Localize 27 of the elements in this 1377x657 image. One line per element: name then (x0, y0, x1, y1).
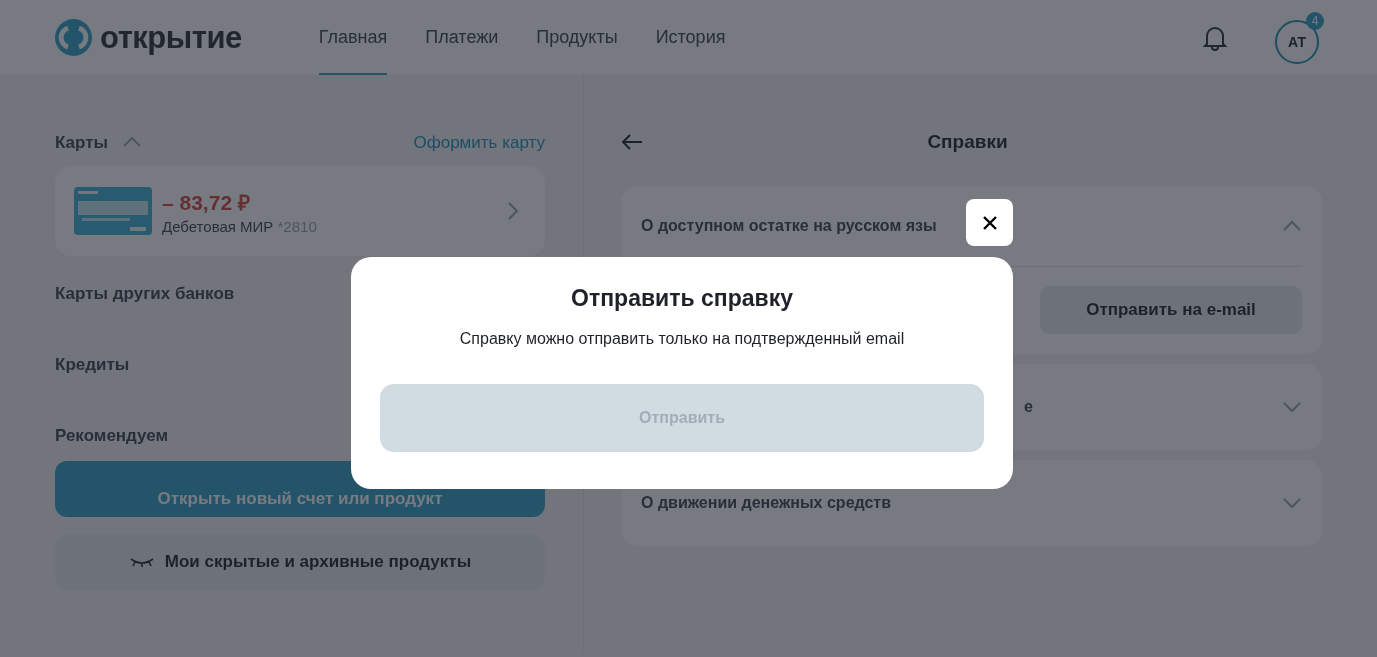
close-icon (982, 215, 997, 230)
logo-icon (55, 19, 92, 56)
modal-message: Справку можно отправить только на подтвержденный email (459, 330, 905, 348)
close-button[interactable] (966, 199, 1013, 246)
chevron-icon[interactable] (1282, 220, 1302, 232)
chevron-right-icon (507, 201, 519, 221)
nav-tab[interactable]: История (655, 0, 726, 75)
chevron-icon[interactable] (1282, 401, 1302, 413)
notification-badge: 4 (1306, 11, 1324, 30)
section-title: Карты (55, 133, 109, 153)
nav-tab[interactable]: Главная (318, 0, 388, 75)
send-email-button[interactable]: Отправить на e-mail (1040, 286, 1302, 334)
hidden-products-button[interactable]: Мои скрытые и архивные продукты (55, 534, 545, 590)
collapse-chevron-icon[interactable] (122, 136, 143, 148)
closed-eye-icon (128, 557, 155, 567)
card-balance: – 83,72 ₽ (162, 189, 251, 216)
accordion-title[interactable]: О движении денежных средств (641, 494, 1282, 512)
order-card-link[interactable]: Оформить карту (413, 133, 545, 153)
modal-title: Отправить справку (571, 285, 793, 312)
back-arrow-icon[interactable] (621, 133, 643, 151)
bell-icon[interactable] (1203, 24, 1227, 51)
nav-tab[interactable]: Платежи (425, 0, 499, 75)
logo-text: открытие (100, 19, 242, 56)
chevron-icon[interactable] (1282, 497, 1302, 509)
accordion-title[interactable]: О доступном остатке на русском язы (641, 217, 1282, 235)
page-title: Справки (926, 131, 1009, 153)
nav-tab[interactable]: Продукты (536, 0, 618, 75)
